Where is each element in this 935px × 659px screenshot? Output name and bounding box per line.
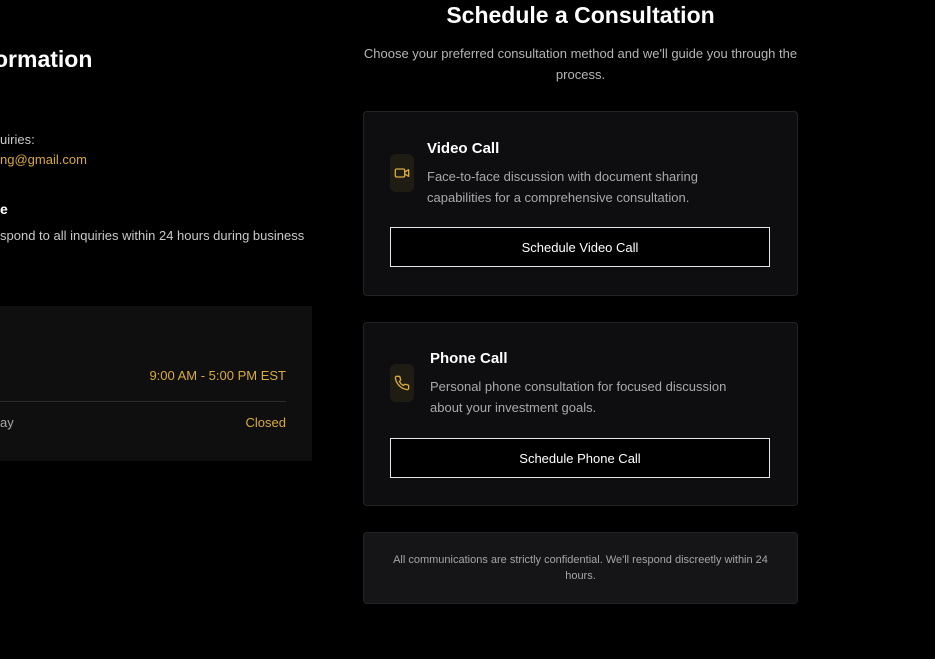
- contact-information-section: ormation uiries: ng@gmail.com e spond to…: [0, 0, 335, 659]
- phone-icon: [390, 364, 414, 402]
- video-call-description: Face-to-face discussion with document sh…: [427, 169, 698, 205]
- video-camera-icon: [390, 154, 414, 192]
- hours-time: Closed: [245, 415, 286, 430]
- hours-day: ay: [0, 415, 14, 430]
- hours-divider: [0, 401, 286, 402]
- business-hours-box: 9:00 AM - 5:00 PM EST ay Closed: [0, 306, 312, 461]
- email-link[interactable]: ng@gmail.com: [0, 152, 87, 167]
- phone-call-card: Phone Call Personal phone consultation f…: [363, 322, 798, 506]
- schedule-phone-call-button[interactable]: Schedule Phone Call: [390, 438, 770, 478]
- confidentiality-note: All communications are strictly confiden…: [363, 532, 798, 604]
- phone-call-title: Phone Call: [430, 350, 508, 367]
- video-call-card: Video Call Face-to-face discussion with …: [363, 111, 798, 296]
- confidentiality-note-text: All communications are strictly confiden…: [393, 554, 768, 582]
- response-time-text: spond to all inquiries within 24 hours d…: [0, 228, 305, 243]
- video-call-title: Video Call: [427, 140, 500, 157]
- inquiries-label: uiries:: [0, 132, 35, 147]
- consultation-subheading: Choose your preferred consultation metho…: [363, 46, 798, 82]
- contact-information-title: ormation: [0, 46, 93, 72]
- phone-call-description: Personal phone consultation for focused …: [430, 379, 727, 415]
- hours-time: 9:00 AM - 5:00 PM EST: [149, 368, 286, 383]
- response-time-heading: e: [0, 201, 8, 217]
- schedule-video-call-button[interactable]: Schedule Video Call: [390, 227, 770, 267]
- consultation-heading: Schedule a Consultation: [446, 2, 715, 28]
- page: ormation uiries: ng@gmail.com e spond to…: [0, 0, 935, 659]
